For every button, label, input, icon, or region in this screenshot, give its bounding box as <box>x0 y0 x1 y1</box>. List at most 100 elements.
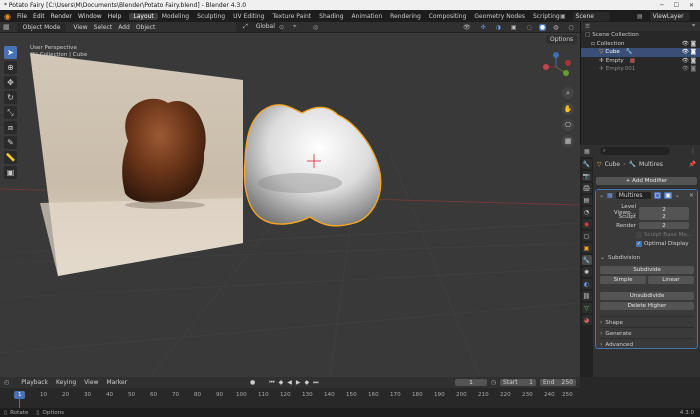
output-tab-icon[interactable]: 🖨 <box>581 183 592 193</box>
3d-viewport[interactable]: User Perspective (1) Collection | Cube O… <box>0 33 580 377</box>
tab-compositing[interactable]: Compositing <box>425 13 471 20</box>
tab-animation[interactable]: Animation <box>348 13 387 20</box>
proportional-edit-icon[interactable]: ◎ <box>310 24 321 31</box>
minimize-icon[interactable]: ─ <box>660 2 664 9</box>
render-level-field[interactable]: 2 <box>639 222 689 229</box>
outliner-collection[interactable]: ▫ Collection 👁 ◙ <box>581 40 700 49</box>
pivot-icon[interactable]: ⊙ <box>276 24 287 31</box>
collection-tab-icon[interactable]: ▢ <box>581 231 592 241</box>
menu-playback[interactable]: Playback <box>21 379 48 386</box>
tab-layout[interactable]: Layout <box>129 12 158 20</box>
subdivide-button[interactable]: Subdivide <box>600 266 694 274</box>
tab-geometry-nodes[interactable]: Geometry Nodes <box>470 13 529 20</box>
menu-select[interactable]: Select <box>91 24 116 31</box>
outliner-item-cube[interactable]: ▽ Cube 🔧 👁 ◙ <box>581 48 700 57</box>
properties-editor-icon[interactable]: ▦ <box>584 148 590 155</box>
select-box-icon[interactable]: ➤ <box>4 46 17 59</box>
xray-icon[interactable]: ▣ <box>508 24 520 31</box>
shape-section-header[interactable]: › Shape <box>600 316 694 326</box>
modifier-tab-icon[interactable]: 🔧 <box>581 255 592 265</box>
menu-window[interactable]: Window <box>75 13 105 20</box>
empty-001-visibility-icon[interactable]: 👁 ◙ <box>682 66 696 72</box>
record-icon[interactable]: ● <box>250 379 255 386</box>
rotate-icon[interactable]: ↻ <box>4 91 17 104</box>
collapse-chevron-icon[interactable]: ⌄ <box>599 192 604 199</box>
world-tab-icon[interactable]: ◉ <box>581 219 592 229</box>
outliner-item-empty-001[interactable]: ✛ Empty.001 👁 ◙ <box>581 65 700 74</box>
modifier-name-field[interactable]: Multires <box>615 191 651 199</box>
constraints-tab-icon[interactable]: ⛓ <box>581 291 592 301</box>
render-tab-icon[interactable]: 📷 <box>581 171 592 181</box>
next-keyframe-icon[interactable]: ◆ <box>305 379 310 386</box>
transform-icon[interactable]: ⧈ <box>4 121 17 134</box>
clock-icon[interactable]: ◷ <box>491 379 496 386</box>
empty-visibility-icon[interactable]: 👁 ◙ <box>682 58 696 64</box>
jump-start-icon[interactable]: ⏮ <box>269 379 274 387</box>
timeline-editor-icon[interactable]: ◴ <box>4 379 9 386</box>
scale-icon[interactable]: ⤡ <box>4 106 17 119</box>
scene-name[interactable]: Scene <box>572 11 610 21</box>
close-icon[interactable]: ✕ <box>689 2 694 9</box>
shading-material-icon[interactable]: ◍ <box>550 24 561 31</box>
shading-solid-icon[interactable]: ● <box>538 23 547 31</box>
tab-uv-editing[interactable]: UV Editing <box>229 13 268 20</box>
visibility-icon[interactable]: 👁 <box>460 24 474 31</box>
unsubdivide-button[interactable]: Unsubdivide <box>600 292 694 300</box>
scene-selector[interactable]: ▣ Scene <box>557 11 610 21</box>
menu-file[interactable]: File <box>14 13 30 20</box>
sculpt-base-mesh-row[interactable]: Sculpt Base Me... <box>636 232 692 238</box>
play-reverse-icon[interactable]: ◀ <box>287 379 292 386</box>
menu-timeline-view[interactable]: View <box>84 379 98 386</box>
outliner-scene-collection[interactable]: ▢ Scene Collection <box>581 31 700 40</box>
advanced-section-header[interactable]: › Advanced <box>600 338 694 348</box>
options-dropdown[interactable]: Options <box>546 35 578 44</box>
tab-rendering[interactable]: Rendering <box>386 13 425 20</box>
tab-texture-paint[interactable]: Texture Paint <box>268 13 315 20</box>
outliner-item-empty[interactable]: ✛ Empty ▩ 👁 ◙ <box>581 57 700 66</box>
annotate-icon[interactable]: ✎ <box>4 136 17 149</box>
material-tab-icon[interactable]: ◕ <box>581 315 592 325</box>
menu-keying[interactable]: Keying <box>56 379 76 386</box>
ortho-grid-icon[interactable]: ▦ <box>562 135 574 147</box>
blender-logo-icon[interactable]: ◉ <box>0 12 14 21</box>
optimal-display-row[interactable]: ✓ Optimal Display <box>636 241 689 247</box>
cursor-icon[interactable]: ⊕ <box>4 61 17 74</box>
pan-hand-icon[interactable]: ✋ <box>562 103 574 115</box>
snap-icon[interactable]: ⌖ <box>290 23 299 31</box>
play-icon[interactable]: ▶ <box>296 379 301 386</box>
gizmo-icon[interactable]: ✣ <box>478 24 489 31</box>
prev-keyframe-icon[interactable]: ◆ <box>279 379 284 386</box>
view-layer-tab-icon[interactable]: ▤ <box>581 195 592 205</box>
scene-tab-icon[interactable]: ◔ <box>581 207 592 217</box>
zoom-icon[interactable]: ⌕ <box>562 87 574 99</box>
start-frame-field[interactable]: Start 1 <box>500 379 536 386</box>
particles-tab-icon[interactable]: ✺ <box>581 267 592 277</box>
maximize-icon[interactable]: ☐ <box>674 2 679 9</box>
menu-edit[interactable]: Edit <box>30 13 48 20</box>
properties-options-icon[interactable]: ⋮ <box>690 148 696 155</box>
object-tab-icon[interactable]: ▣ <box>581 243 592 253</box>
linear-button[interactable]: Linear <box>648 276 694 284</box>
delete-higher-button[interactable]: Delete Higher <box>600 302 694 310</box>
shading-rendered-icon[interactable]: ○ <box>565 24 576 31</box>
generate-section-header[interactable]: › Generate <box>600 327 694 337</box>
view-layer-selector[interactable]: ▤ ViewLayer <box>634 11 690 21</box>
simple-button[interactable]: Simple <box>600 276 646 284</box>
navigation-gizmo[interactable] <box>543 52 571 76</box>
camera-view-icon[interactable]: ⎔ <box>562 119 574 131</box>
tab-modeling[interactable]: Modeling <box>158 13 193 20</box>
menu-object[interactable]: Object <box>133 24 159 31</box>
measure-icon[interactable]: 📏 <box>4 151 17 164</box>
cube-visibility-icon[interactable]: 👁 ◙ <box>682 49 696 55</box>
view-layer-name[interactable]: ViewLayer <box>649 11 690 21</box>
add-modifier-button[interactable]: + Add Modifier <box>596 177 697 185</box>
properties-search[interactable]: ⌕ <box>599 147 670 155</box>
remove-modifier-icon[interactable]: ✕ <box>689 192 694 199</box>
filter-icon[interactable]: ⏷ <box>692 23 696 30</box>
overlay-icon[interactable]: ◑ <box>493 24 504 31</box>
editor-type-icon[interactable]: ▦ <box>0 23 13 31</box>
tool-tab-icon[interactable]: 🔧 <box>581 159 592 169</box>
modifier-menu-icon[interactable]: ⌄ <box>675 192 680 199</box>
menu-view[interactable]: View <box>70 24 90 31</box>
tab-sculpting[interactable]: Sculpting <box>193 13 229 20</box>
